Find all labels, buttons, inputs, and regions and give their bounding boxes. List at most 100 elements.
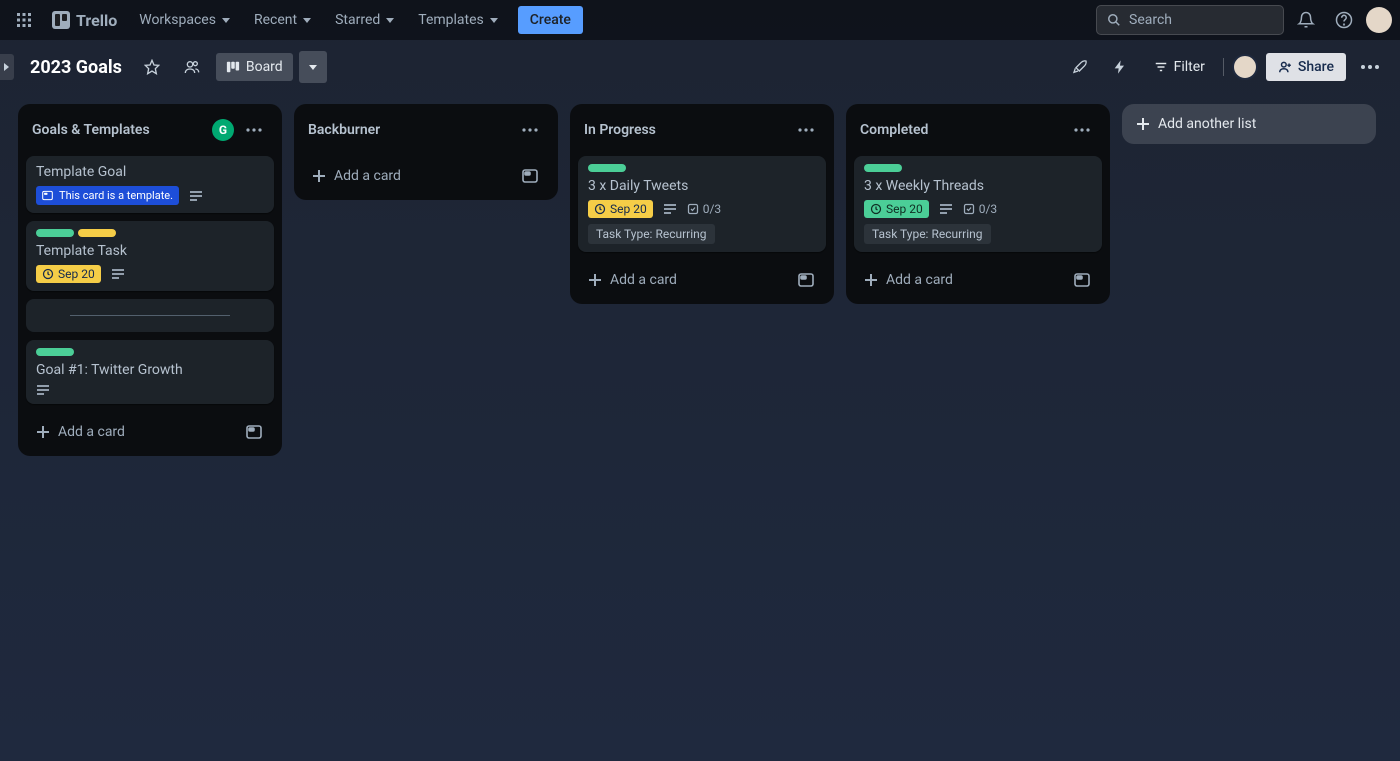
board-view-button[interactable]: Board: [216, 53, 293, 81]
card-template-goal[interactable]: Template Goal This card is a template.: [26, 156, 274, 213]
help-button[interactable]: [1328, 4, 1360, 36]
card-badges: [36, 384, 264, 396]
due-date-text: Sep 20: [886, 202, 923, 216]
label-green[interactable]: [36, 348, 74, 356]
clock-icon: [594, 203, 606, 215]
help-icon: [1335, 11, 1353, 29]
star-icon: [144, 59, 160, 75]
card-template-task[interactable]: Template Task Sep 20: [26, 221, 274, 291]
apps-icon: [16, 12, 32, 28]
create-from-template-button[interactable]: [516, 162, 544, 190]
chevron-down-icon: [303, 18, 311, 23]
add-list-button[interactable]: Add another list: [1122, 104, 1376, 144]
list-title[interactable]: Backburner: [308, 122, 510, 138]
add-card-button[interactable]: Add a card: [860, 268, 1060, 292]
card-weekly-threads[interactable]: 3 x Weekly Threads Sep 20 0/3 Task Type:…: [854, 156, 1102, 252]
list-title[interactable]: Completed: [860, 122, 1062, 138]
share-button[interactable]: Share: [1266, 53, 1346, 81]
create-from-template-button[interactable]: [1068, 266, 1096, 294]
list-title[interactable]: In Progress: [584, 122, 786, 138]
more-icon: [1074, 128, 1090, 132]
top-navigation: Trello Workspaces Recent Starred Templat…: [0, 0, 1400, 40]
more-icon: [246, 128, 262, 132]
clock-icon: [870, 203, 882, 215]
person-add-icon: [1278, 60, 1292, 74]
list-menu-button[interactable]: [516, 116, 544, 144]
add-card-row: Add a card: [854, 260, 1102, 296]
nav-starred-label: Starred: [335, 12, 380, 28]
checklist-text: 0/3: [703, 202, 721, 216]
star-board-button[interactable]: [136, 51, 168, 83]
more-icon: [1361, 65, 1379, 69]
create-from-template-button[interactable]: [792, 266, 820, 294]
apps-menu-button[interactable]: [8, 4, 40, 36]
add-card-button[interactable]: Add a card: [584, 268, 784, 292]
board-title[interactable]: 2023 Goals: [24, 53, 128, 82]
template-icon: [246, 424, 262, 440]
checklist-text: 0/3: [979, 202, 997, 216]
sidebar-expand-handle[interactable]: [0, 54, 14, 80]
add-card-row: Add a card: [302, 156, 550, 192]
list-badge[interactable]: G: [212, 119, 234, 141]
card-badges: Sep 20: [36, 265, 264, 283]
card-labels: [864, 164, 1092, 172]
chevron-down-icon: [222, 18, 230, 23]
create-from-template-button[interactable]: [240, 418, 268, 446]
label-green[interactable]: [588, 164, 626, 172]
board-view-dropdown[interactable]: [299, 51, 327, 83]
logo[interactable]: Trello: [44, 11, 125, 30]
list-header: In Progress: [578, 112, 826, 148]
nav-workspaces[interactable]: Workspaces: [129, 6, 240, 34]
bolt-icon: [1112, 59, 1128, 75]
due-date-badge[interactable]: Sep 20: [588, 200, 653, 218]
nav-recent[interactable]: Recent: [244, 6, 321, 34]
workspace-visibility-button[interactable]: [176, 51, 208, 83]
filter-button[interactable]: Filter: [1144, 53, 1215, 81]
list-menu-button[interactable]: [792, 116, 820, 144]
due-date-text: Sep 20: [610, 202, 647, 216]
add-card-button[interactable]: Add a card: [308, 164, 508, 188]
automation-button[interactable]: [1104, 51, 1136, 83]
add-card-button[interactable]: Add a card: [32, 420, 232, 444]
add-card-label: Add a card: [610, 272, 677, 288]
card-badges: Sep 20 0/3: [588, 200, 816, 218]
notifications-button[interactable]: [1290, 4, 1322, 36]
board-view-label: Board: [246, 59, 283, 75]
description-badge: [111, 268, 125, 280]
card-labels: [36, 229, 264, 237]
description-badge: [939, 203, 953, 215]
nav-starred[interactable]: Starred: [325, 6, 404, 34]
card-title: Goal #1: Twitter Growth: [36, 362, 264, 378]
account-avatar[interactable]: [1366, 7, 1392, 33]
card-labels: [36, 348, 264, 356]
create-button[interactable]: Create: [518, 6, 583, 34]
card-title: Template Goal: [36, 164, 264, 180]
label-yellow[interactable]: [78, 229, 116, 237]
board-menu-button[interactable]: [1354, 51, 1386, 83]
card-daily-tweets[interactable]: 3 x Daily Tweets Sep 20 0/3 Task Type: R…: [578, 156, 826, 252]
list-menu-button[interactable]: [240, 116, 268, 144]
nav-templates[interactable]: Templates: [408, 6, 508, 34]
powerups-button[interactable]: [1064, 51, 1096, 83]
label-green[interactable]: [36, 229, 74, 237]
share-label: Share: [1298, 59, 1334, 75]
due-date-badge[interactable]: Sep 20: [864, 200, 929, 218]
card-badges: Sep 20 0/3: [864, 200, 1092, 218]
description-badge: [663, 203, 677, 215]
list-menu-button[interactable]: [1068, 116, 1096, 144]
board-member-avatar[interactable]: [1232, 54, 1258, 80]
due-date-badge[interactable]: Sep 20: [36, 265, 101, 283]
label-green[interactable]: [864, 164, 902, 172]
card-separator[interactable]: [26, 299, 274, 332]
card-title: Template Task: [36, 243, 264, 259]
search-input[interactable]: Search: [1096, 5, 1284, 35]
bell-icon: [1297, 11, 1315, 29]
list-title[interactable]: Goals & Templates: [32, 122, 206, 138]
people-icon: [184, 59, 200, 75]
add-list-label: Add another list: [1158, 116, 1256, 132]
nav-templates-label: Templates: [418, 12, 484, 28]
plus-icon: [1136, 117, 1150, 131]
list-header: Goals & Templates G: [26, 112, 274, 148]
card-goal-twitter-growth[interactable]: Goal #1: Twitter Growth: [26, 340, 274, 404]
add-card-row: Add a card: [578, 260, 826, 296]
